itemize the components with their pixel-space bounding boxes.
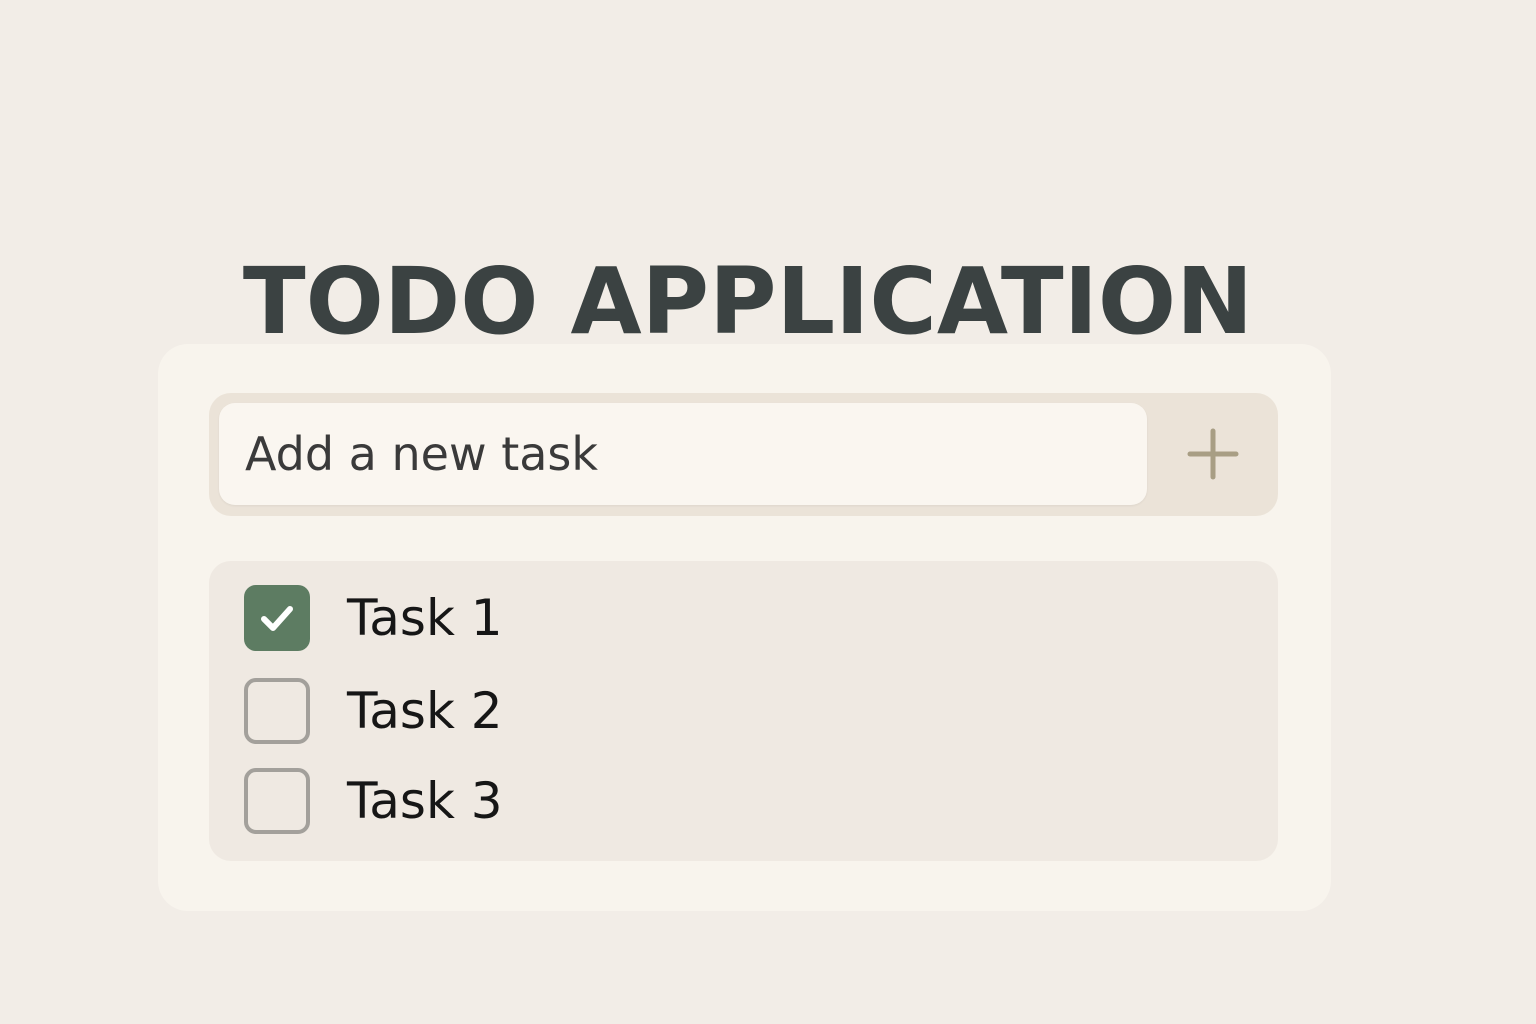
task-list: Task 1 Task 2 Task 3: [209, 561, 1278, 861]
add-task-button[interactable]: [1158, 403, 1268, 505]
new-task-input[interactable]: [219, 403, 1147, 505]
list-item: Task 1: [244, 583, 503, 653]
task-label: Task 3: [347, 772, 503, 830]
new-task-row: [209, 393, 1278, 516]
todo-card: Task 1 Task 2 Task 3: [158, 344, 1331, 911]
plus-icon: [1187, 428, 1239, 480]
task-checkbox-1[interactable]: [244, 585, 310, 651]
task-label: Task 2: [347, 682, 503, 740]
checkmark-icon: [261, 606, 293, 631]
task-label: Task 1: [347, 589, 503, 647]
task-checkbox-3[interactable]: [244, 768, 310, 834]
task-checkbox-2[interactable]: [244, 678, 310, 744]
list-item: Task 2: [244, 676, 503, 746]
list-item: Task 3: [244, 766, 503, 836]
page-title: TODO APPLICATION: [242, 247, 1254, 355]
